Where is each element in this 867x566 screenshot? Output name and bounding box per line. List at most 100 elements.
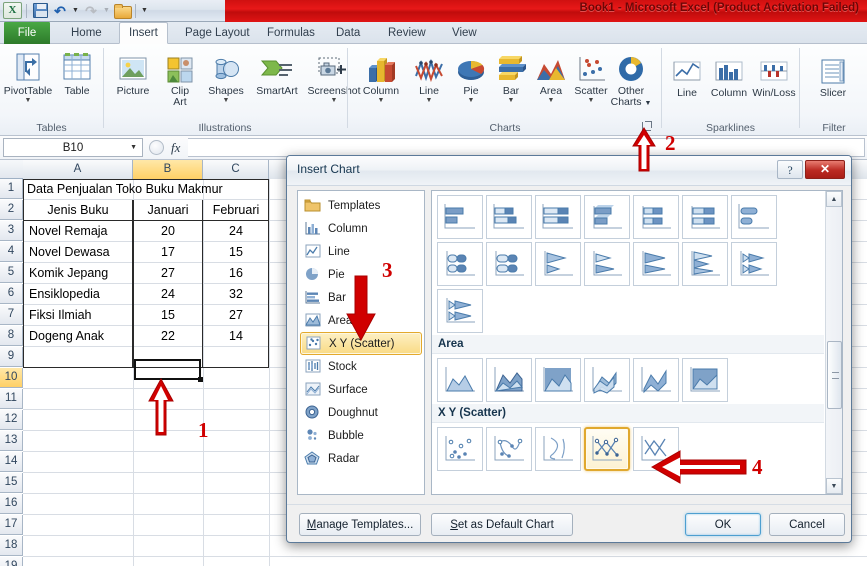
undo-dropdown-icon[interactable]: ▼ <box>71 7 80 14</box>
tab-formulas[interactable]: Formulas <box>258 22 324 44</box>
row-header-1[interactable]: 1 <box>0 179 23 199</box>
chart-other-button[interactable]: Other Charts ▼ <box>602 48 660 109</box>
gallery-tile-bar-cone-3[interactable] <box>633 242 679 286</box>
chart-column-dropdown-icon[interactable]: ▼ <box>378 97 385 104</box>
set-default-chart-button[interactable]: Set as Default Chart <box>431 513 573 536</box>
row-header-4[interactable]: 4 <box>0 242 23 262</box>
row-header-13[interactable]: 13 <box>0 431 23 451</box>
row-header-7[interactable]: 7 <box>0 305 23 325</box>
cell-b7[interactable]: 15 <box>134 305 202 325</box>
cell-c6[interactable]: 32 <box>204 284 268 304</box>
gallery-tile-area-3d-1[interactable] <box>584 358 630 402</box>
row-header-12[interactable]: 12 <box>0 410 23 430</box>
undo-icon[interactable]: ↶ <box>51 2 69 20</box>
gallery-tile-bar-pyr-1[interactable] <box>682 242 728 286</box>
gallery-tile-bar-2[interactable] <box>486 195 532 239</box>
cell-c8[interactable]: 14 <box>204 326 268 346</box>
cell-b5[interactable]: 27 <box>134 263 202 283</box>
column-header-b[interactable]: B <box>133 160 203 179</box>
gallery-tile-bar-1[interactable] <box>437 195 483 239</box>
gallery-tile-area-3d-2[interactable] <box>633 358 679 402</box>
cell-a8[interactable]: Dogeng Anak <box>26 326 132 346</box>
gallery-tile-scatter-1[interactable] <box>437 427 483 471</box>
gallery-tile-bar-pyr-3[interactable] <box>437 289 483 333</box>
name-box-dropdown-icon[interactable]: ▼ <box>130 144 137 151</box>
gallery-tile-scatter-4[interactable] <box>584 427 630 471</box>
scrollbar-thumb[interactable] <box>827 341 842 409</box>
insert-function-icon[interactable]: fx <box>171 140 180 156</box>
cell-a5[interactable]: Komik Jepang <box>26 263 132 283</box>
cell-c4[interactable]: 15 <box>204 242 268 262</box>
help-icon[interactable]: ? <box>777 160 803 179</box>
category-radar[interactable]: Radar <box>298 447 424 470</box>
gallery-tile-area-3[interactable] <box>535 358 581 402</box>
cell-b3[interactable]: 20 <box>134 221 202 241</box>
cancel-formula-icon[interactable] <box>149 140 164 155</box>
close-icon[interactable]: ✕ <box>805 160 845 179</box>
tab-file[interactable]: File <box>4 22 50 44</box>
cell-b6[interactable]: 24 <box>134 284 202 304</box>
sparkline-line-button[interactable]: Line <box>665 50 709 99</box>
cell-b4[interactable]: 17 <box>134 242 202 262</box>
open-icon[interactable] <box>113 2 132 20</box>
cell-c2[interactable]: Februari <box>204 200 268 220</box>
chart-type-gallery[interactable]: Area X Y (Scatter) ▲ ▼ <box>431 190 843 495</box>
tab-data[interactable]: Data <box>327 22 369 44</box>
row-header-11[interactable]: 11 <box>0 389 23 409</box>
column-header-a[interactable]: A <box>23 160 133 179</box>
picture-button[interactable]: Picture <box>107 48 159 97</box>
cell-b2[interactable]: Januari <box>134 200 202 220</box>
clip-art-button[interactable]: Clip Art <box>159 48 201 108</box>
cell-a6[interactable]: Ensiklopedia <box>26 284 132 304</box>
cell-a7[interactable]: Fiksi Ilmiah <box>26 305 132 325</box>
gallery-tile-area-1[interactable] <box>437 358 483 402</box>
row-header-17[interactable]: 17 <box>0 515 23 535</box>
tab-page-layout[interactable]: Page Layout <box>176 22 259 44</box>
cell-c5[interactable]: 16 <box>204 263 268 283</box>
gallery-tile-bar-3d-1[interactable] <box>584 195 630 239</box>
row-header-2[interactable]: 2 <box>0 200 23 220</box>
gallery-tile-scatter-3[interactable] <box>535 427 581 471</box>
gallery-tile-bar-cyl-2[interactable] <box>437 242 483 286</box>
gallery-tile-bar-pyr-2[interactable] <box>731 242 777 286</box>
save-icon[interactable] <box>31 2 49 20</box>
row-header-15[interactable]: 15 <box>0 473 23 493</box>
cell-c7[interactable]: 27 <box>204 305 268 325</box>
tab-home[interactable]: Home <box>62 22 111 44</box>
customize-qat-icon[interactable]: ▼ <box>140 7 149 14</box>
gallery-tile-bar-3d-2[interactable] <box>633 195 679 239</box>
cell-b8[interactable]: 22 <box>134 326 202 346</box>
gallery-tile-bar-cyl-3[interactable] <box>486 242 532 286</box>
ok-button[interactable]: OK <box>685 513 761 536</box>
gallery-tile-bar-cyl-1[interactable] <box>731 195 777 239</box>
category-column[interactable]: Column <box>298 217 424 240</box>
tab-review[interactable]: Review <box>379 22 435 44</box>
category-line[interactable]: Line <box>298 240 424 263</box>
row-header-6[interactable]: 6 <box>0 284 23 304</box>
pivottable-dropdown-icon[interactable]: ▼ <box>25 97 32 104</box>
gallery-tile-bar-3d-3[interactable] <box>682 195 728 239</box>
category-stock[interactable]: Stock <box>298 355 424 378</box>
chart-area-dropdown-icon[interactable]: ▼ <box>548 97 555 104</box>
slicer-button[interactable]: Slicer <box>805 50 861 99</box>
gallery-tile-scatter-2[interactable] <box>486 427 532 471</box>
shapes-dropdown-icon[interactable]: ▼ <box>223 97 230 104</box>
gallery-tile-bar-3[interactable] <box>535 195 581 239</box>
row-header-10[interactable]: 10 <box>0 368 23 388</box>
category-surface[interactable]: Surface <box>298 378 424 401</box>
smartart-button[interactable]: SmartArt <box>249 48 305 97</box>
row-header-19[interactable]: 19 <box>0 557 23 566</box>
cell-a3[interactable]: Novel Remaja <box>26 221 132 241</box>
row-header-8[interactable]: 8 <box>0 326 23 346</box>
gallery-scrollbar[interactable]: ▲ ▼ <box>825 191 842 494</box>
category-templates[interactable]: Templates <box>298 194 424 217</box>
row-header-3[interactable]: 3 <box>0 221 23 241</box>
table-button[interactable]: Table <box>52 48 102 97</box>
category-doughnut[interactable]: Doughnut <box>298 401 424 424</box>
screenshot-dropdown-icon[interactable]: ▼ <box>331 97 338 104</box>
row-header-5[interactable]: 5 <box>0 263 23 283</box>
chart-line-dropdown-icon[interactable]: ▼ <box>426 97 433 104</box>
row-header-9[interactable]: 9 <box>0 347 23 367</box>
cell-a1-title[interactable]: Data Penjualan Toko Buku Makmur <box>24 179 268 199</box>
category-bubble[interactable]: Bubble <box>298 424 424 447</box>
